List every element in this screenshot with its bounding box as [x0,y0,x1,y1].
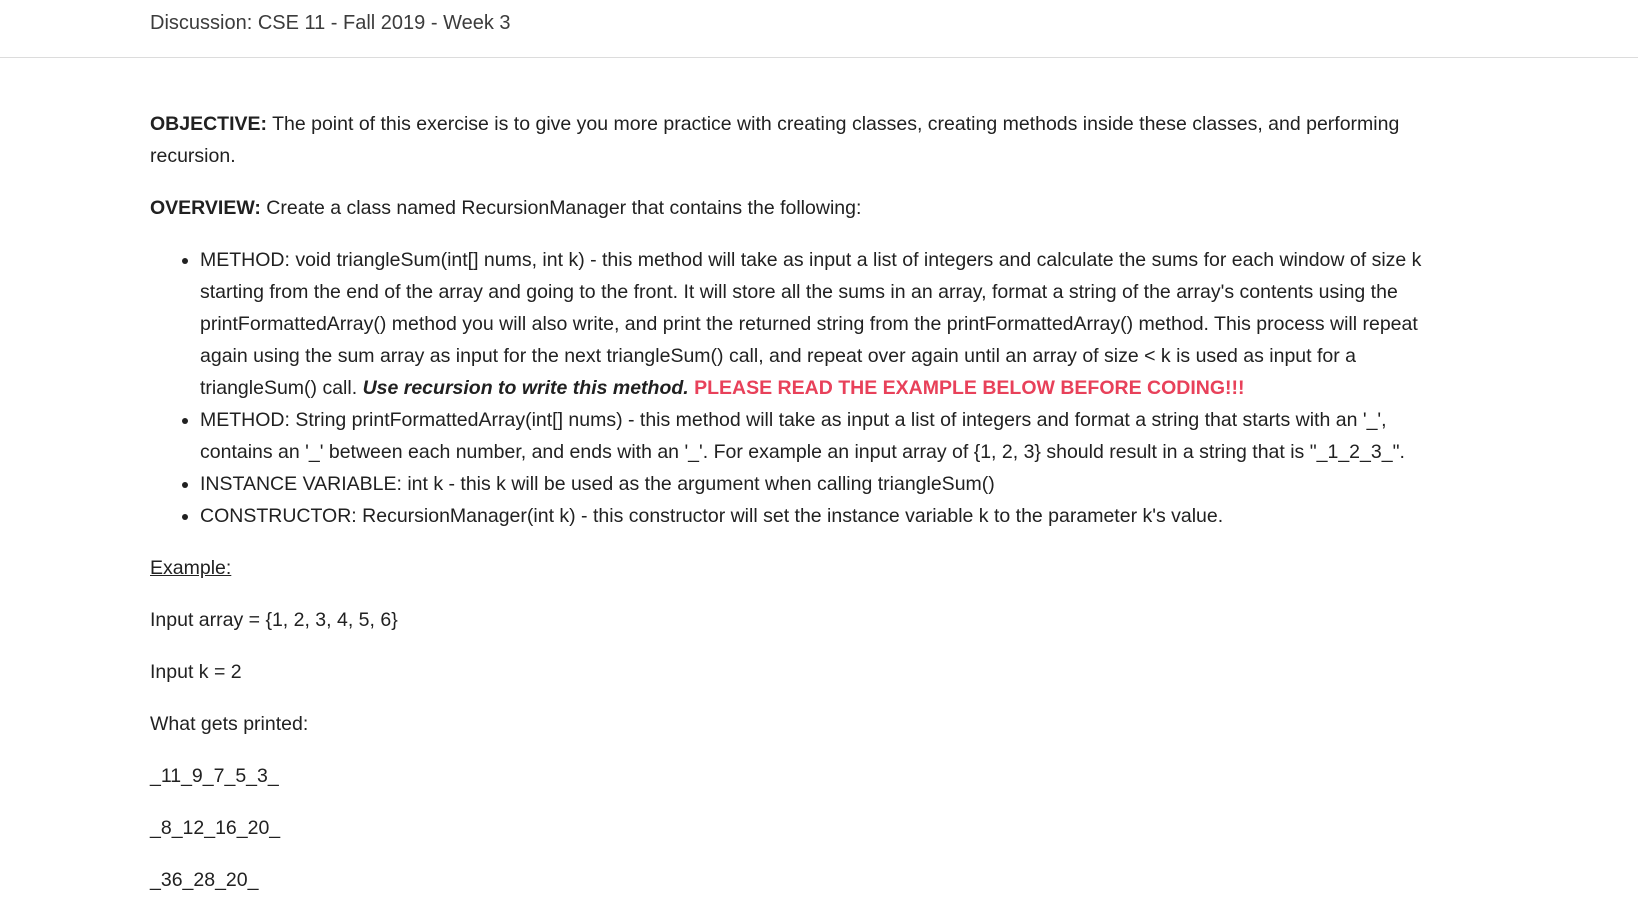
list-item-constructor: CONSTRUCTOR: RecursionManager(int k) - t… [200,500,1440,532]
example-input-array: Input array = {1, 2, 3, 4, 5, 6} [150,609,398,631]
warning-text: PLEASE READ THE EXAMPLE BELOW BEFORE COD… [688,377,1245,399]
page-title: Discussion: CSE 11 - Fall 2019 - Week 3 [150,12,511,34]
recursion-emphasis: Use recursion to write this method. [362,377,689,399]
example-heading: Example: [150,557,232,579]
example-output-line: _36_28_20_ [150,869,259,891]
list-item-triangle-sum: METHOD: void triangleSum(int[] nums, int… [200,244,1440,404]
overview-paragraph: OVERVIEW: Create a class named Recursion… [150,192,1440,224]
overview-label: OVERVIEW: [150,197,261,219]
example-input-k: Input k = 2 [150,661,242,683]
list-item-print-formatted: METHOD: String printFormattedArray(int[]… [200,404,1440,468]
instance-variable-text: INSTANCE VARIABLE: int k - this k will b… [200,473,995,495]
overview-text: Create a class named RecursionManager th… [260,197,862,219]
constructor-text: CONSTRUCTOR: RecursionManager(int k) - t… [200,505,1224,527]
example-printed-label: What gets printed: [150,713,309,735]
discussion-content: OBJECTIVE: The point of this exercise is… [150,108,1440,916]
objective-text: The point of this exercise is to give yo… [150,113,1400,167]
example-output-line: _8_12_16_20_ [150,817,281,839]
print-formatted-text: METHOD: String printFormattedArray(int[]… [200,409,1405,463]
objective-paragraph: OBJECTIVE: The point of this exercise is… [150,108,1440,172]
page-header: Discussion: CSE 11 - Fall 2019 - Week 3 [0,0,1638,58]
example-output-line: _11_9_7_5_3_ [150,765,279,787]
requirements-list: METHOD: void triangleSum(int[] nums, int… [150,244,1440,532]
list-item-instance-variable: INSTANCE VARIABLE: int k - this k will b… [200,468,1440,500]
objective-label: OBJECTIVE: [150,113,268,135]
